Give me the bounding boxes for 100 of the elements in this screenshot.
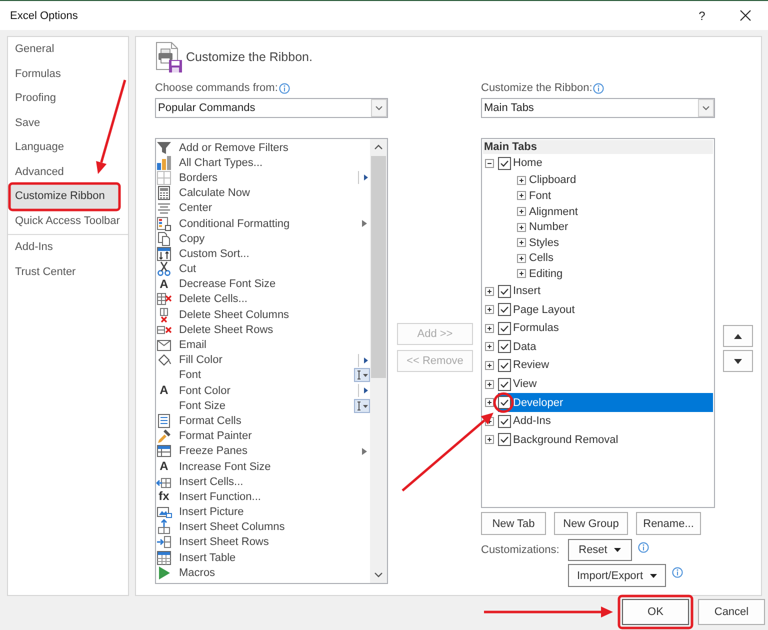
move-down-button[interactable]	[723, 350, 753, 372]
plus-box-icon[interactable]	[485, 342, 494, 352]
command-item[interactable]: Cut	[179, 263, 196, 276]
command-item[interactable]: All Chart Types...	[179, 156, 263, 169]
commands-dropdown[interactable]: Popular Commands	[155, 98, 388, 118]
checkbox[interactable]	[498, 340, 511, 354]
menu-button[interactable]: Reset	[568, 539, 632, 561]
help-button[interactable]: ?	[682, 1, 722, 30]
sidebar-item[interactable]: Quick Access Toolbar	[8, 208, 128, 233]
sidebar-item[interactable]: Formulas	[8, 62, 128, 86]
tree-item[interactable]: Data	[498, 338, 713, 356]
tree-item[interactable]: Page Layout	[498, 300, 713, 319]
tree-item[interactable]: Alignment	[529, 204, 713, 220]
colored-list-icon	[156, 216, 172, 232]
sidebar-item[interactable]: Proofing	[8, 86, 128, 110]
plus-box-icon[interactable]	[485, 305, 494, 314]
command-item[interactable]: Insert Picture	[179, 506, 244, 518]
scrollbar[interactable]	[370, 139, 387, 583]
tree-item[interactable]: Home	[498, 154, 713, 173]
checkbox[interactable]	[498, 414, 511, 428]
command-item[interactable]: Insert Table	[179, 552, 236, 564]
command-item[interactable]: Format Painter	[179, 430, 252, 442]
checkbox[interactable]	[498, 303, 511, 316]
command-item[interactable]: Email	[179, 339, 207, 352]
tree-item[interactable]: Number	[529, 219, 713, 235]
sidebar-item[interactable]: Customize Ribbon	[8, 184, 119, 208]
checkbox[interactable]	[498, 322, 511, 335]
command-item[interactable]: Insert Sheet Columns	[179, 521, 285, 534]
command-item[interactable]: Macros	[179, 566, 216, 579]
letter-icon: A	[156, 276, 172, 292]
command-item[interactable]: Center	[179, 202, 212, 214]
move-up-button[interactable]	[723, 325, 753, 347]
command-item[interactable]: Freeze Panes	[179, 445, 248, 458]
tree-item[interactable]: Editing	[529, 266, 713, 282]
plus-box-icon[interactable]	[517, 176, 526, 185]
checkbox[interactable]	[498, 378, 511, 391]
tree-item[interactable]: Font	[529, 188, 713, 204]
confirm-button[interactable]: OK	[622, 599, 689, 625]
plus-box-icon[interactable]	[485, 286, 494, 296]
tree-item[interactable]: Developer	[498, 393, 713, 412]
checkbox[interactable]	[498, 396, 511, 410]
tree-item[interactable]: Styles	[529, 234, 713, 251]
scrollbar-thumb[interactable]	[371, 156, 386, 378]
command-item[interactable]: Delete Cells...	[179, 293, 248, 306]
tree-item[interactable]: Add-Ins	[498, 412, 713, 430]
tree-action-button[interactable]: New Group	[554, 512, 628, 535]
checkbox[interactable]	[498, 433, 511, 446]
command-item[interactable]: Format Cells	[179, 414, 242, 427]
command-item[interactable]: Delete Sheet Rows	[179, 324, 274, 336]
sidebar-item[interactable]: Trust Center	[8, 260, 128, 284]
sidebar-item[interactable]: Add-Ins	[8, 235, 128, 260]
command-item[interactable]: Font Color	[179, 384, 230, 397]
checkbox[interactable]	[498, 358, 511, 372]
plus-box-icon[interactable]	[517, 269, 526, 278]
command-item[interactable]: Copy	[179, 232, 205, 245]
command-item[interactable]: Fill Color	[179, 354, 222, 366]
plus-box-icon[interactable]	[517, 222, 526, 232]
command-item[interactable]: Conditional Formatting	[179, 218, 290, 230]
tree-action-button[interactable]: New Tab	[481, 512, 546, 535]
command-item[interactable]: Font	[179, 369, 202, 382]
command-item[interactable]: Insert Sheet Rows	[179, 536, 269, 548]
command-item[interactable]: Calculate Now	[179, 187, 250, 200]
plus-box-icon[interactable]	[485, 435, 494, 444]
plus-box-icon[interactable]	[517, 191, 526, 200]
plus-box-icon[interactable]	[485, 360, 494, 370]
tree-item[interactable]: Background Removal	[498, 430, 713, 450]
tree-action-button[interactable]: Rename...	[636, 512, 701, 535]
caret-right-icon	[362, 448, 367, 455]
plus-box-icon[interactable]	[485, 324, 494, 333]
checkbox[interactable]	[498, 156, 511, 170]
plus-box-icon[interactable]	[485, 380, 494, 389]
tree-item[interactable]: Insert	[498, 282, 713, 300]
menu-button[interactable]: Import/Export	[568, 564, 666, 587]
command-item[interactable]: Decrease Font Size	[179, 278, 276, 290]
command-item[interactable]: Delete Sheet Columns	[179, 308, 290, 321]
plus-box-icon[interactable]	[485, 398, 494, 408]
dialog-button[interactable]: Cancel	[698, 599, 765, 625]
command-item[interactable]: Increase Font Size	[179, 460, 271, 473]
checkbox[interactable]	[498, 284, 511, 298]
sidebar-item[interactable]: Save	[8, 110, 128, 135]
command-item[interactable]: Custom Sort...	[179, 248, 250, 260]
sidebar-item[interactable]: Language	[8, 135, 128, 160]
plus-box-icon[interactable]	[517, 254, 526, 263]
minus-box-icon[interactable]	[485, 158, 494, 168]
tree-item[interactable]: Clipboard	[529, 172, 713, 188]
plus-box-icon[interactable]	[517, 207, 526, 216]
tree-item[interactable]: Cells	[529, 250, 713, 266]
tree-item[interactable]: View	[498, 374, 713, 394]
command-item[interactable]: Insert Cells...	[179, 476, 244, 488]
command-item[interactable]: Borders	[179, 172, 218, 184]
command-item[interactable]: Font Size	[179, 400, 226, 412]
tree-item[interactable]: Review	[498, 356, 713, 375]
ribbon-dropdown[interactable]: Main Tabs	[481, 98, 715, 118]
plus-box-icon[interactable]	[517, 238, 526, 248]
tree-item-label: Insert	[513, 285, 541, 298]
tree-item[interactable]: Formulas	[498, 318, 713, 338]
sidebar-item[interactable]: General	[8, 37, 128, 62]
sidebar-item[interactable]: Advanced	[8, 160, 128, 184]
command-item[interactable]: Insert Function...	[179, 490, 261, 503]
command-item[interactable]: Add or Remove Filters	[179, 142, 288, 154]
